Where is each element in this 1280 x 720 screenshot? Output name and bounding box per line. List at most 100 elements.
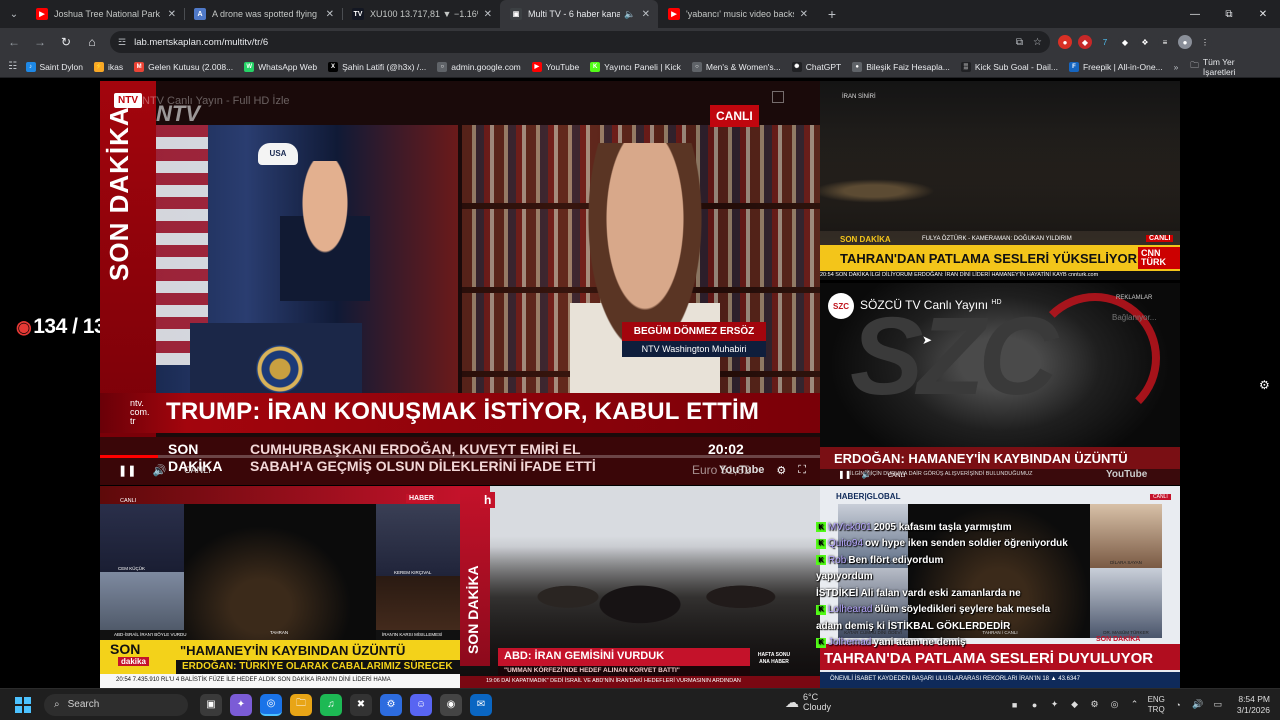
back-button[interactable]: ← [2,30,26,54]
tab-close-icon[interactable]: ✕ [484,9,492,20]
extension-7tv-icon[interactable]: 7 [1098,35,1112,49]
bookmark-item[interactable]: ○ Men's & Women's... [691,61,781,72]
all-bookmarks-button[interactable]: 🗀 Tüm Yer İşaretleri [1190,57,1268,77]
taskbar-search[interactable]: ⌕ Search [44,693,188,716]
extensions-puzzle-icon[interactable]: ❖ [1138,35,1152,49]
cast-icon[interactable]: ⧉ [1016,37,1023,48]
chat-username[interactable]: MVick001 [828,522,872,533]
site-info-icon[interactable]: ☲ [118,37,126,48]
chat-username[interactable]: Rob [828,555,846,566]
home-button[interactable]: ⌂ [80,30,104,54]
settings-gear-icon[interactable]: ⚙ [1259,378,1270,392]
pause-icon[interactable]: ❚❚ [838,470,851,479]
subheadline-text: ERDOĞAN: TÜRKİYE OLARAK CABALARIMIZ SÜRE… [182,661,453,672]
discord-icon[interactable]: ☺ [410,693,432,716]
start-button[interactable] [12,694,34,716]
tab-close-icon[interactable]: ✕ [326,9,334,20]
bookmark-item[interactable]: X Şahin Latifi (@h3x) /... [328,61,426,72]
app-icon[interactable]: ✉ [470,693,492,716]
minimize-button[interactable]: — [1178,9,1212,20]
chrome-icon[interactable]: ◎ [260,693,282,716]
tab-close-icon[interactable]: ✕ [168,9,176,20]
copilot-icon[interactable]: ✦ [230,693,252,716]
chat-username[interactable]: Lolhearad [828,604,872,615]
bookmark-item[interactable]: K Yayıncı Paneli | Kick [590,61,681,72]
volume-icon[interactable]: 🔊 [862,470,872,479]
bookmark-favicon-icon: K [590,61,601,72]
stream-halk-tv[interactable]: SON DAKİKA h ABD: İRAN GEMİSİNİ VURDUK "… [460,486,820,688]
vscode-icon[interactable]: ⚙ [380,693,402,716]
youtube-logo[interactable]: YouTube [1106,469,1147,480]
tab-search-icon[interactable]: ⌄ [2,3,26,25]
tab-1[interactable]: A A drone was spotted flying in th ✕ [184,0,342,28]
bookmark-item[interactable]: ✺ ChatGPT [791,61,841,72]
extension-red-icon[interactable]: ● [1058,35,1072,49]
tray-app-3-icon[interactable]: ✦ [1048,699,1062,710]
media-queue-icon[interactable]: ≡ [1158,35,1172,49]
live-indicator[interactable]: CANLI [184,465,211,475]
volume-icon[interactable]: 🔊 [1191,699,1205,710]
maximize-button[interactable]: ⧉ [1212,9,1246,20]
apps-grid-icon[interactable]: ☷ [0,61,26,72]
weather-widget[interactable]: ☁ 6°C Cloudy [785,692,831,712]
copy-link-icon[interactable] [772,91,784,103]
forward-button[interactable]: → [28,30,52,54]
bookmark-item[interactable]: M Gelen Kutusu (2.008... [134,61,233,72]
obs-icon[interactable]: ◉ [440,693,462,716]
tray-app-4-icon[interactable]: ◆ [1068,699,1082,710]
tab-audio-icon[interactable]: 🔈 [624,9,635,20]
tray-app-1-icon[interactable]: ■ [1008,700,1022,710]
youtube-logo[interactable]: YouTube [719,464,764,476]
stream-title[interactable]: NTV Canlı Yayın - Full HD İzle [142,95,290,107]
task-view-icon[interactable]: ▣ [200,693,222,716]
new-tab-button[interactable]: + [820,6,844,22]
tab-3[interactable]: ▣ Multi TV - 6 haber kanalın🔈 ✕ [500,0,658,28]
terminal-icon[interactable]: ✖ [350,693,372,716]
bookmark-star-icon[interactable]: ☆ [1033,37,1042,48]
extension-diamond-icon[interactable]: ◆ [1118,35,1132,49]
chat-username[interactable]: Jolhemad [828,637,871,648]
close-window-button[interactable]: ✕ [1246,9,1280,20]
clock[interactable]: 8:54 PM 3/1/2026 [1237,694,1270,716]
sozcu-channel-icon[interactable]: SZC [828,293,854,319]
bookmark-item[interactable]: ▶ YouTube [531,61,579,72]
tab-close-icon[interactable]: ✕ [800,9,808,20]
address-bar[interactable]: ☲ lab.mertskaplan.com/multitv/tr/6 ⧉ ☆ [110,31,1050,53]
live-indicator[interactable]: CANLI [888,473,906,479]
language-indicator[interactable]: ENG TRQ [1148,695,1165,715]
pause-icon[interactable]: ❚❚ [118,464,136,477]
bookmark-item[interactable]: ○ admin.google.com [437,61,521,72]
bookmarks-overflow-icon[interactable]: » [1174,62,1179,72]
stream-cnn-turk[interactable]: İRAN SİNİRİ SON DAKİKA FULYA ÖZTÜRK - KA… [820,81,1180,280]
tray-app-2-icon[interactable]: ● [1028,700,1042,710]
stream-ntv[interactable]: USA SON DAKİKA NTV NTV NTV Canlı Yayın -… [100,81,820,485]
spotify-icon[interactable]: ♫ [320,693,342,716]
extension-shield-icon[interactable]: ◆ [1078,35,1092,49]
profile-avatar[interactable]: ● [1178,35,1192,49]
tab-close-icon[interactable]: ✕ [642,9,650,20]
stream-haber-tv[interactable]: CANLI HABER CEM KÜÇÜK KEREM KIRÇIVAL ABD… [100,486,460,688]
bookmark-item[interactable]: ● Bileşik Faiz Hesapla... [852,61,950,72]
tab-0[interactable]: ▶ Joshua Tree National Park 4K Sc ✕ [26,0,184,28]
steam-icon[interactable]: ⚙ [1088,699,1102,710]
chat-username[interactable]: Quito94 [828,538,863,549]
volume-icon[interactable]: 🔊 [152,464,166,477]
menu-kebab-icon[interactable]: ⋮ [1198,35,1212,49]
player-settings-icon[interactable]: ⚙ [776,464,786,477]
bookmark-item[interactable]: W WhatsApp Web [244,61,317,72]
bookmark-item[interactable]: ▒ Kick Sub Goal - Dail... [960,61,1058,72]
stream-title[interactable]: SÖZCÜ TV Canlı Yayını HD [860,298,1002,312]
bookmark-item[interactable]: ♪ Saint Dylon [25,61,83,72]
battery-icon[interactable]: ▭ [1211,699,1225,710]
tab-2[interactable]: TV XU100 13.717,81 ▼ −1.16% ✕ [342,0,500,28]
fullscreen-icon[interactable]: ⛶ [798,464,806,477]
tray-app-5-icon[interactable]: ◎ [1108,699,1122,710]
bookmark-item[interactable]: F Freepik | All-in-One... [1068,61,1163,72]
tab-4[interactable]: ▶ 'yabancı' music video backstag ✕ [658,0,816,28]
file-explorer-icon[interactable]: 🗀 [290,693,312,716]
chevron-up-icon[interactable]: ⌃ [1128,699,1142,710]
bookmark-item[interactable]: ⚡ ikas [93,61,123,72]
reload-button[interactable]: ↻ [54,30,78,54]
stream-sozcu-tv[interactable]: SZC SZC SÖZCÜ TV Canlı Yayını HD REKLAML… [820,283,1180,485]
wifi-icon[interactable]: ◔ [1171,700,1185,710]
